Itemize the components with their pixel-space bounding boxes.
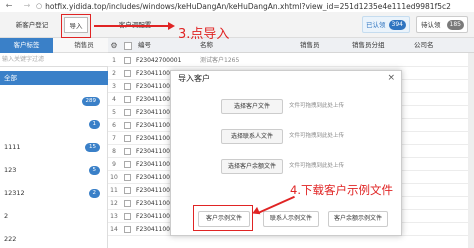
row-checkbox[interactable] <box>124 187 131 194</box>
row-checkbox[interactable] <box>124 57 131 64</box>
column-header[interactable]: 公司名 <box>414 38 434 53</box>
url-lock-icon: ○ <box>36 2 43 10</box>
row-number: 5 <box>112 109 116 116</box>
table-header: ⚙ 编号 名称 销售员 销售员分组 公司名 <box>108 38 474 53</box>
row-number: 14 <box>110 226 118 233</box>
tag-list-panel: 全部 289 1 1111 15 123 5 12312 2 2 222 <box>0 53 108 248</box>
row-number: 1 <box>112 57 116 64</box>
select-balance-file-button[interactable]: 选择客户余额文件 <box>221 159 283 174</box>
unclaimed-filter-button[interactable]: 待认领 185 <box>416 16 468 33</box>
tag-item-all[interactable]: 全部 <box>0 71 108 85</box>
row-number: 4 <box>112 96 116 103</box>
tag-item-label: 1111 <box>4 143 21 151</box>
download-contact-sample-button[interactable]: 联系人示例文件 <box>263 211 319 227</box>
row-number: 8 <box>112 148 116 155</box>
tag-count-badge: 2 <box>88 189 100 198</box>
claimed-filter-button[interactable]: 已认领 394 <box>362 16 410 33</box>
download-balance-sample-button[interactable]: 客户余额示例文件 <box>328 211 388 227</box>
download-highlight-box <box>193 205 253 231</box>
row-number: 13 <box>110 213 118 220</box>
tab-sales[interactable]: 销售员 <box>60 38 108 53</box>
tag-item[interactable]: 1111 15 <box>0 140 108 154</box>
row-number: 2 <box>112 70 116 77</box>
row-customer-name: 测试客户1265 <box>200 57 240 64</box>
row-number: 7 <box>112 135 116 142</box>
forward-arrow-icon[interactable]: → <box>18 0 36 12</box>
annotation-arrow-line <box>94 25 172 27</box>
tag-item-label: 全部 <box>4 74 17 82</box>
url-text[interactable]: hotfix.yididа.top/includes/windows/keHuD… <box>45 2 451 11</box>
close-icon[interactable]: × <box>387 73 395 83</box>
unclaimed-label: 待认领 <box>421 21 441 29</box>
row-number: 12 <box>110 200 118 207</box>
tag-item-label: 12312 <box>4 189 25 197</box>
row-checkbox[interactable] <box>124 135 131 142</box>
row-checkbox[interactable] <box>124 213 131 220</box>
tag-count-badge: 15 <box>85 143 100 152</box>
annotation-step3: 3.点导入 <box>178 27 230 42</box>
tag-filter-input[interactable] <box>0 53 108 67</box>
drop-hint: 文件可拖拽到此处上传 <box>289 103 345 109</box>
scrollbar[interactable] <box>468 53 474 248</box>
row-customer-no: F23042700001 <box>136 57 182 64</box>
column-header[interactable]: 编号 <box>138 38 151 53</box>
drop-hint: 文件可拖拽到此处上传 <box>289 163 345 169</box>
select-contact-file-button[interactable]: 选择联系人文件 <box>221 129 283 144</box>
tag-item[interactable]: 12312 2 <box>0 186 108 200</box>
tag-item[interactable]: 123 5 <box>0 163 108 177</box>
tag-count-badge: 289 <box>81 97 100 106</box>
row-checkbox[interactable] <box>124 96 131 103</box>
dialog-header: 导入客户 × <box>171 71 401 87</box>
row-number: 11 <box>110 187 118 194</box>
annotation-arrow-head <box>168 22 175 30</box>
row-checkbox[interactable] <box>124 161 131 168</box>
claimed-count-badge: 394 <box>388 20 406 30</box>
tag-item[interactable]: 1 <box>0 117 108 131</box>
row-checkbox[interactable] <box>124 226 131 233</box>
column-header[interactable]: 销售员 <box>300 38 320 53</box>
browser-address-bar: ← → ○ hotfix.yididа.top/includes/windows… <box>0 0 474 12</box>
row-checkbox[interactable] <box>124 122 131 129</box>
drop-hint: 文件可拖拽到此处上传 <box>289 133 345 139</box>
row-checkbox[interactable] <box>124 148 131 155</box>
row-number: 10 <box>110 174 118 181</box>
row-number: 6 <box>112 122 116 129</box>
row-checkbox[interactable] <box>124 109 131 116</box>
select-customer-file-button[interactable]: 选择客户文件 <box>221 99 283 114</box>
back-arrow-icon[interactable]: ← <box>0 0 18 12</box>
row-checkbox[interactable] <box>124 70 131 77</box>
row-checkbox[interactable] <box>124 200 131 207</box>
unclaimed-count-badge: 185 <box>446 20 464 30</box>
gear-icon[interactable]: ⚙ <box>108 38 120 53</box>
new-customer-button[interactable]: 新客户登记 <box>6 17 58 33</box>
row-number: 9 <box>112 161 116 168</box>
tab-customer-tags[interactable]: 客户标签 <box>0 38 53 53</box>
column-header[interactable]: 销售员分组 <box>352 38 385 53</box>
claimed-label: 已认领 <box>366 21 386 29</box>
row-checkbox[interactable] <box>124 174 131 181</box>
tag-count-badge: 1 <box>88 120 100 129</box>
import-highlight-box <box>61 14 91 38</box>
annotation-step4: 4.下载客户示例文件 <box>290 183 393 197</box>
tag-item[interactable]: 2 <box>0 209 108 223</box>
tag-item[interactable]: 289 <box>0 94 108 108</box>
tag-item-label: 222 <box>4 235 17 243</box>
row-number: 3 <box>112 83 116 90</box>
tag-count-badge: 5 <box>88 166 100 175</box>
dialog-title: 导入客户 <box>178 74 210 83</box>
tag-item-label: 2 <box>4 212 9 220</box>
select-all-checkbox[interactable] <box>124 41 132 50</box>
row-checkbox[interactable] <box>124 83 131 90</box>
tag-item[interactable]: 222 <box>0 232 108 246</box>
tag-item-label: 123 <box>4 166 17 174</box>
table-row[interactable]: 1 F23042700001 测试客户1265 <box>108 54 474 67</box>
